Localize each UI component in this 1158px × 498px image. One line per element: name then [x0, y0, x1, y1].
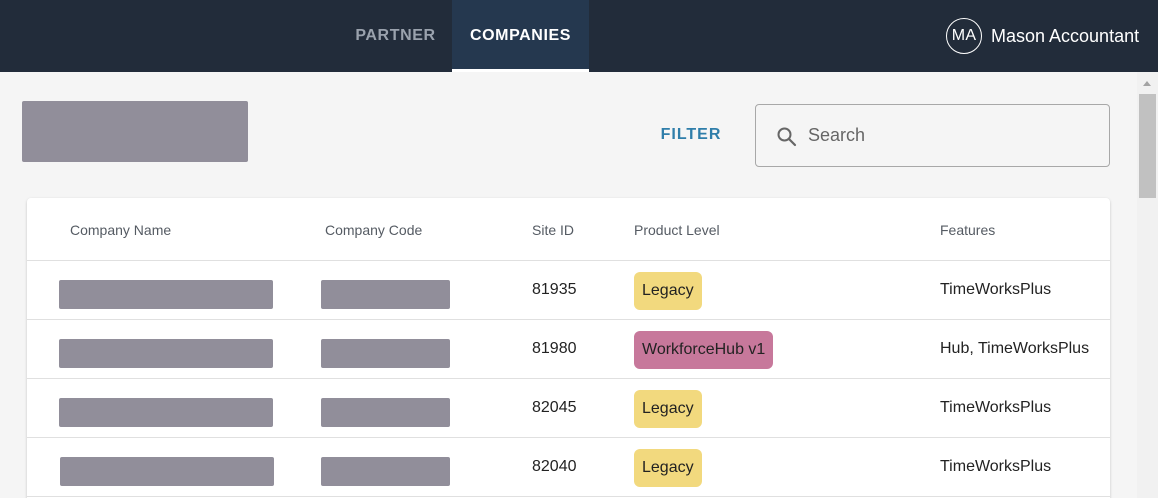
search-box[interactable] — [755, 104, 1110, 167]
company-code-redacted — [321, 457, 450, 486]
company-code-redacted — [321, 398, 450, 427]
site-id-cell: 81980 — [532, 340, 577, 357]
company-name-redacted — [59, 398, 273, 427]
user-menu[interactable]: MA Mason Accountant — [946, 18, 1139, 54]
features-cell: TimeWorksPlus — [940, 281, 1052, 298]
company-name-redacted — [60, 457, 274, 486]
avatar: MA — [946, 18, 982, 54]
company-code-redacted — [321, 280, 450, 309]
vertical-scrollbar[interactable] — [1137, 72, 1158, 498]
active-tab-indicator — [452, 69, 589, 72]
features-cell: TimeWorksPlus — [940, 458, 1052, 475]
table-row[interactable]: 82045 Legacy TimeWorksPlus — [27, 379, 1110, 438]
company-name-redacted — [59, 339, 273, 368]
product-level-badge: WorkforceHub v1 — [634, 331, 774, 369]
tab-partner[interactable]: PARTNER — [340, 0, 451, 72]
features-cell: Hub, TimeWorksPlus — [940, 340, 1090, 357]
table-row[interactable]: 81935 Legacy TimeWorksPlus — [27, 261, 1110, 320]
column-header-features[interactable]: Features — [940, 222, 995, 238]
search-input[interactable] — [808, 105, 1098, 166]
page-title-redacted — [22, 101, 248, 162]
site-id-cell: 82045 — [532, 399, 577, 416]
column-header-company-code[interactable]: Company Code — [325, 222, 422, 238]
user-name: Mason Accountant — [991, 25, 1140, 46]
scrollbar-thumb[interactable] — [1139, 94, 1156, 198]
filter-button[interactable]: FILTER — [650, 114, 732, 156]
table-row[interactable]: 82040 Legacy TimeWorksPlus — [27, 438, 1110, 497]
company-name-redacted — [59, 280, 273, 309]
product-level-badge: Legacy — [634, 449, 702, 487]
company-code-redacted — [321, 339, 450, 368]
site-id-cell: 82040 — [532, 458, 577, 475]
product-level-badge: Legacy — [634, 272, 702, 310]
scroll-up-arrow-icon[interactable] — [1143, 81, 1151, 86]
companies-table: Company Name Company Code Site ID Produc… — [27, 198, 1110, 498]
features-cell: TimeWorksPlus — [940, 399, 1052, 416]
app-window: PARTNER COMPANIES MA Mason Accountant FI… — [0, 0, 1158, 498]
tab-companies-label: COMPANIES — [469, 27, 572, 44]
column-header-company-name[interactable]: Company Name — [70, 222, 171, 238]
tab-companies[interactable]: COMPANIES — [452, 0, 589, 72]
product-level-badge: Legacy — [634, 390, 702, 428]
search-icon — [777, 127, 797, 147]
column-header-site-id[interactable]: Site ID — [532, 222, 574, 238]
column-header-product-level[interactable]: Product Level — [634, 222, 720, 238]
table-header: Company Name Company Code Site ID Produc… — [27, 198, 1110, 261]
table-row[interactable]: 81980 WorkforceHub v1 Hub, TimeWorksPlus — [27, 320, 1110, 379]
top-navigation-bar: PARTNER COMPANIES MA Mason Accountant — [0, 0, 1158, 72]
site-id-cell: 81935 — [532, 281, 577, 298]
